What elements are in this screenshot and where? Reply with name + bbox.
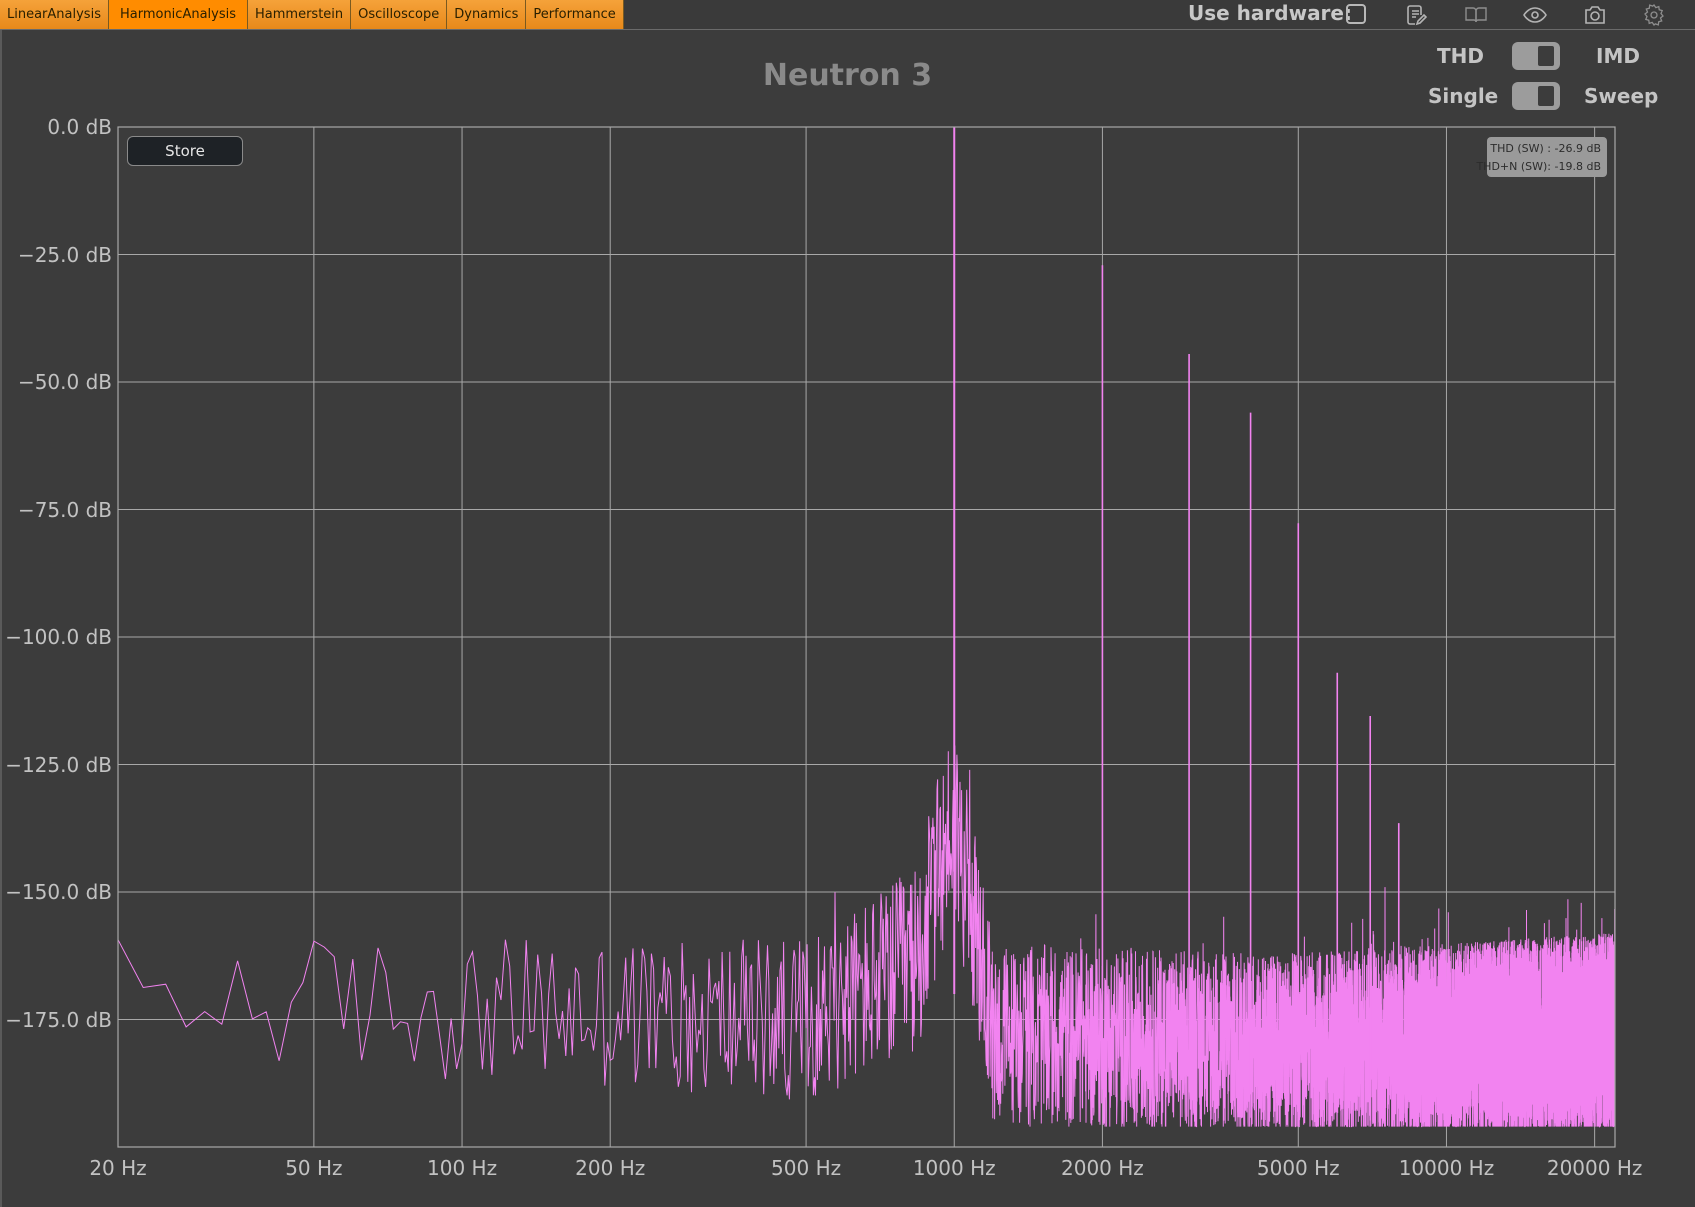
y-tick-label: −100.0 dB xyxy=(5,625,112,649)
y-tick-label: −125.0 dB xyxy=(5,752,112,777)
spectrum-line xyxy=(117,745,1616,1128)
y-tick-label: 0.0 dB xyxy=(47,115,112,139)
y-tick-label: −50.0 dB xyxy=(17,370,112,394)
x-tick-label: 100 Hz xyxy=(426,1156,498,1180)
harmonic-peaks xyxy=(953,127,1400,1096)
spectrum-plot[interactable] xyxy=(0,0,1695,1207)
y-tick-label: −25.0 dB xyxy=(17,242,112,267)
store-button[interactable]: Store xyxy=(127,136,243,166)
y-tick-label: −150.0 dB xyxy=(5,880,112,904)
thdn-value: THD+N (SW): -19.8 dB xyxy=(1476,160,1601,173)
thd-value: THD (SW) : -26.9 dB xyxy=(1490,142,1601,155)
x-tick-label: 200 Hz xyxy=(575,1156,646,1180)
y-tick-label: −175.0 dB xyxy=(5,1007,112,1032)
x-tick-label: 1000 Hz xyxy=(912,1156,996,1180)
thd-readout: THD (SW) : -26.9 dB THD+N (SW): -19.8 dB xyxy=(1476,137,1607,177)
spectrum-trace xyxy=(117,745,1616,1128)
x-tick-label: 50 Hz xyxy=(285,1156,343,1180)
x-tick-label: 500 Hz xyxy=(771,1156,842,1180)
x-tick-label: 2000 Hz xyxy=(1061,1156,1144,1180)
x-tick-label: 5000 Hz xyxy=(1256,1156,1340,1180)
y-tick-label: −75.0 dB xyxy=(17,497,112,522)
x-tick-label: 10000 Hz xyxy=(1398,1156,1495,1180)
x-tick-label: 20 Hz xyxy=(89,1156,147,1180)
x-tick-label: 20000 Hz xyxy=(1546,1156,1643,1180)
